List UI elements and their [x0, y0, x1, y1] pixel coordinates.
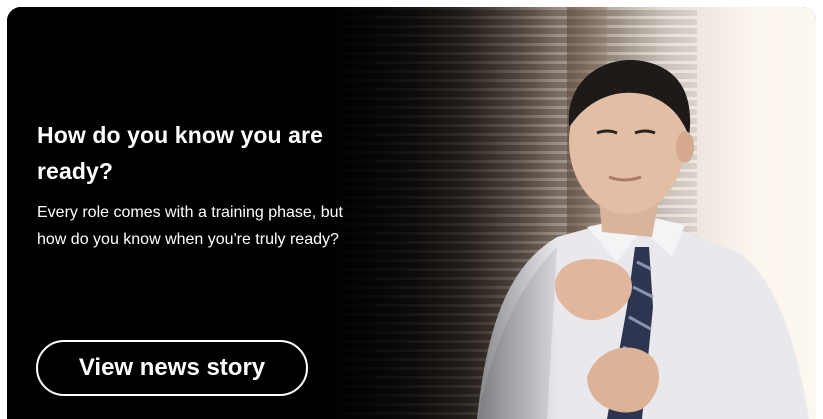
card-content: How do you know you are ready? Every rol…: [37, 117, 397, 253]
view-news-story-button[interactable]: View news story: [36, 340, 308, 396]
news-story-card: How do you know you are ready? Every rol…: [7, 7, 816, 419]
description: Every role comes with a training phase, …: [37, 204, 343, 248]
headline: How do you know you are ready?: [37, 122, 323, 184]
